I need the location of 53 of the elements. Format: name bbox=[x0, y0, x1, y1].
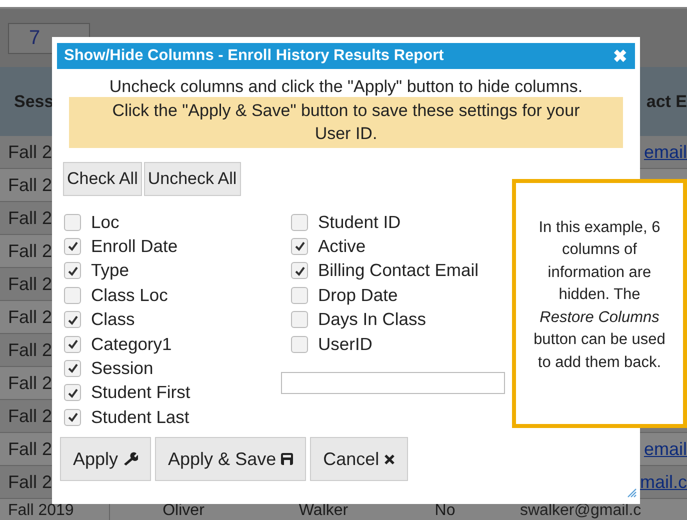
email-link[interactable]: email bbox=[644, 142, 687, 162]
column-header: act E bbox=[646, 92, 687, 112]
email-link[interactable]: email bbox=[644, 438, 687, 458]
table-cell-text: Oliver bbox=[162, 502, 206, 520]
input-field[interactable] bbox=[281, 372, 505, 394]
checkbox[interactable] bbox=[291, 311, 308, 328]
email-link[interactable]: swalker@gmail.c bbox=[500, 502, 687, 520]
checkbox[interactable] bbox=[64, 336, 81, 353]
check-icon bbox=[66, 386, 78, 399]
action-button[interactable]: Apply & Save bbox=[155, 437, 306, 482]
checkbox[interactable] bbox=[64, 286, 81, 304]
column-header: Sess bbox=[13, 92, 54, 112]
table-cell-text: No bbox=[434, 502, 456, 520]
checkbox[interactable] bbox=[64, 214, 81, 231]
check-icon bbox=[294, 240, 306, 252]
checkbox[interactable] bbox=[64, 360, 81, 377]
close-icon bbox=[384, 454, 396, 465]
checkbox[interactable] bbox=[64, 408, 81, 426]
check-icon bbox=[294, 264, 306, 277]
callout-text: In this example, 6 columns of information are hidden. The Restore Columns button can be used to add them back. bbox=[532, 218, 666, 373]
checkbox-label: Days In Class bbox=[318, 309, 426, 330]
check-icon bbox=[66, 314, 78, 326]
action-button[interactable]: Apply bbox=[60, 437, 152, 482]
checkbox-label: Billing Contact Email bbox=[318, 260, 478, 282]
table-cell-text: Walker bbox=[298, 502, 350, 520]
instruction-text: Uncheck columns and click the "Apply" button to hide columns. bbox=[108, 77, 584, 97]
checkbox[interactable] bbox=[291, 286, 308, 304]
check-icon bbox=[66, 240, 78, 252]
check-icon bbox=[66, 338, 78, 350]
checkbox-label: Active bbox=[318, 236, 366, 257]
wrench-icon bbox=[123, 452, 138, 466]
checkbox[interactable] bbox=[291, 238, 308, 255]
checkbox-label: Drop Date bbox=[318, 284, 398, 306]
checkbox[interactable] bbox=[291, 262, 308, 280]
checkbox[interactable] bbox=[64, 238, 81, 255]
action-button[interactable]: Cancel bbox=[310, 437, 408, 482]
close-button[interactable]: ✖ bbox=[613, 46, 627, 66]
checkbox[interactable] bbox=[291, 214, 308, 231]
save-icon bbox=[281, 453, 294, 466]
checkbox-label: Student ID bbox=[318, 212, 401, 233]
email-link[interactable]: mail.c bbox=[640, 472, 687, 492]
note-banner: Click the "Apply & Save" button to save these settings for your User ID. bbox=[69, 97, 623, 148]
checkbox-label: UserID bbox=[318, 334, 372, 355]
check-icon bbox=[66, 264, 78, 277]
checkbox[interactable] bbox=[64, 384, 81, 402]
checkbox[interactable] bbox=[291, 336, 308, 353]
checkbox[interactable] bbox=[64, 311, 81, 328]
check-icon bbox=[66, 362, 78, 374]
resize-grip-icon[interactable] bbox=[627, 488, 637, 498]
checkbox[interactable] bbox=[64, 262, 81, 280]
uncheck-all-button[interactable]: Uncheck All bbox=[144, 162, 241, 196]
check-icon bbox=[66, 411, 78, 424]
check-all-button[interactable]: Check All bbox=[63, 162, 142, 196]
